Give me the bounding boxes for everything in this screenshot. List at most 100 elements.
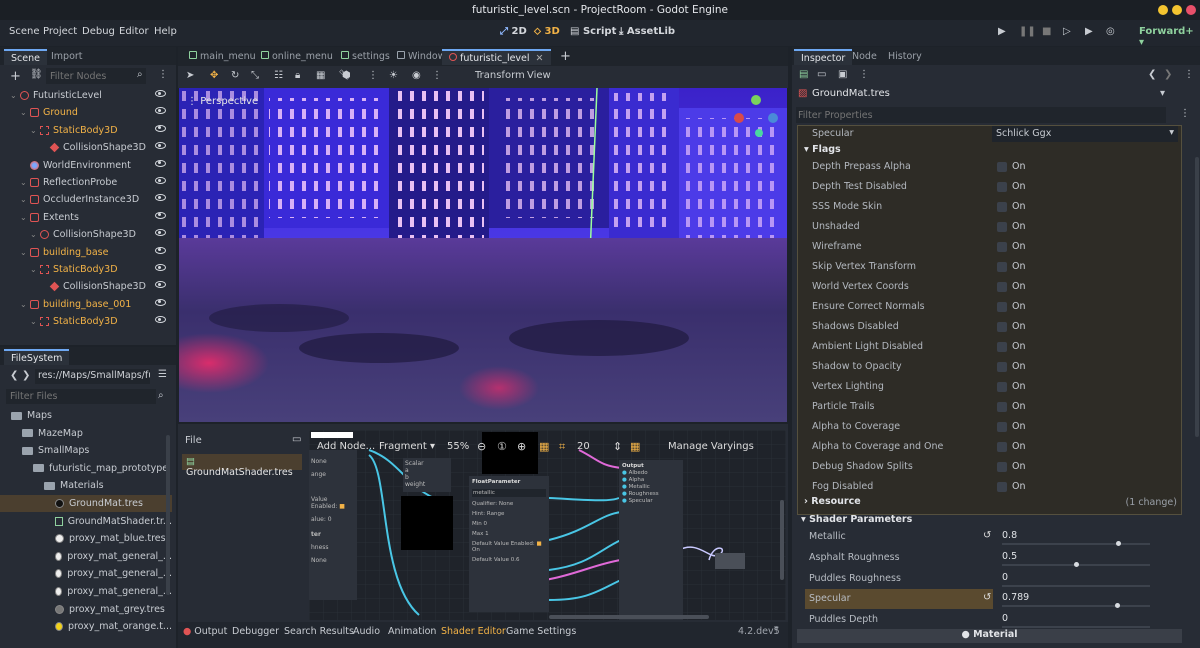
resource-name[interactable]: GroundMat.tres	[812, 88, 890, 99]
tab-node[interactable]: Node	[845, 49, 884, 65]
flag-checkbox[interactable]	[997, 202, 1007, 212]
visibility-icon[interactable]	[155, 298, 166, 306]
list-view-icon[interactable]: ☰	[158, 369, 167, 380]
minimap[interactable]	[715, 553, 745, 569]
fs-entry[interactable]: proxy_mat_blue.tres	[0, 530, 172, 547]
tab-filesystem[interactable]: FileSystem	[4, 349, 70, 365]
expand-arrow-icon[interactable]: ⌄	[20, 213, 30, 222]
flag-checkbox[interactable]	[997, 442, 1007, 452]
minimap-icon[interactable]: ▦	[630, 440, 640, 453]
flag-checkbox[interactable]	[997, 322, 1007, 332]
bottom-tab[interactable]: ● Output	[183, 626, 227, 637]
scene-tree-row[interactable]: ⌄ building_base_001	[0, 296, 176, 313]
output-port[interactable]: ● Metallic	[622, 484, 680, 490]
scene-tree-row[interactable]: CollisionShape3D	[0, 278, 176, 295]
movie-icon[interactable]: ◎	[1106, 26, 1115, 37]
output-port[interactable]: ● Specular	[622, 498, 680, 504]
options-icon[interactable]: ⋮	[859, 69, 869, 80]
fs-entry[interactable]: proxy_mat_general_...	[0, 548, 172, 565]
sun-icon[interactable]: ☀	[389, 70, 398, 81]
link-icon[interactable]: ⛓	[30, 69, 43, 80]
visibility-icon[interactable]	[155, 246, 166, 254]
snap-icon[interactable]: ⌗	[559, 440, 565, 454]
scene-tree-row[interactable]: ⌄ CollisionShape3D	[0, 226, 176, 243]
3d-viewport[interactable]: ⋮ Perspective	[179, 88, 787, 422]
fs-entry[interactable]: proxy_mat_grey.tres	[0, 601, 172, 618]
graph-node-partial[interactable]: None ange Value Enabled: ■ alue: 0 ter h…	[309, 450, 357, 600]
filter-properties-input[interactable]	[796, 107, 1166, 123]
snap-icon[interactable]: ⋮	[368, 70, 378, 81]
expand-arrow-icon[interactable]: ⌄	[20, 195, 30, 204]
output-port[interactable]: ● Albedo	[622, 470, 680, 476]
flag-checkbox[interactable]	[997, 462, 1007, 472]
maximize-button[interactable]	[1172, 5, 1182, 15]
select-icon[interactable]: ➤	[186, 70, 194, 81]
default-enabled-row[interactable]: Default Value Enabled: ■ On	[472, 541, 546, 553]
visibility-icon[interactable]	[155, 90, 166, 97]
flag-checkbox[interactable]	[997, 342, 1007, 352]
flag-checkbox[interactable]	[997, 482, 1007, 492]
expand-arrow-icon[interactable]: ⌄	[30, 230, 40, 239]
gizmo-y[interactable]	[751, 95, 761, 105]
hint-row[interactable]: Hint: Range	[472, 511, 546, 517]
slider-knob[interactable]	[1074, 561, 1079, 567]
fs-path-input[interactable]: res://Maps/SmallMaps/futu	[35, 369, 150, 384]
fs-entry[interactable]: Maps	[0, 407, 172, 424]
flag-checkbox[interactable]	[997, 302, 1007, 312]
add-node-icon[interactable]: +	[10, 69, 21, 84]
menu-icon[interactable]: ⋮	[158, 69, 168, 80]
scene-tree-row[interactable]: ⌄ ReflectionProbe	[0, 174, 176, 191]
visibility-icon[interactable]	[155, 211, 166, 219]
add-node-button[interactable]: Add Node...	[317, 441, 375, 452]
tab-import[interactable]: Import	[44, 49, 90, 65]
float-parameter-node[interactable]: FloatParameter metallic Qualifier: None …	[469, 476, 549, 612]
perspective-menu[interactable]: ⋮ Perspective	[187, 96, 258, 107]
open-folder-icon[interactable]: ▭	[817, 69, 826, 80]
scale-icon[interactable]: ⤡	[251, 70, 259, 81]
max-row[interactable]: Max 1	[472, 531, 546, 537]
output-port[interactable]: ● Alpha	[622, 477, 680, 483]
new-resource-icon[interactable]: ▤	[799, 69, 808, 80]
menu-help[interactable]: Help	[154, 26, 177, 37]
tab-history[interactable]: History	[881, 49, 929, 65]
slider-knob[interactable]	[1116, 541, 1121, 546]
scene-tree-row[interactable]: CollisionShape3D	[0, 139, 176, 156]
tab-scene[interactable]: Scene	[4, 49, 47, 65]
scene-tree-row[interactable]: ⌄ StaticBody3D	[0, 122, 176, 139]
flag-checkbox[interactable]	[997, 242, 1007, 252]
scene-tree-row[interactable]: ⌄ building_base	[0, 244, 176, 261]
forward-icon[interactable]: ❯	[22, 370, 30, 381]
scene-tree-row[interactable]: ⌄ FuturisticLevel	[0, 87, 176, 104]
zoom-reset-icon[interactable]: ①	[497, 440, 507, 453]
expand-arrow-icon[interactable]: ⌄	[20, 108, 30, 117]
fs-entry[interactable]: GroundMatShader.tr...	[0, 513, 172, 530]
shader-param-value[interactable]: 0	[1002, 572, 1150, 586]
editor-tab[interactable]: settings	[334, 49, 397, 65]
shader-param-slider[interactable]	[1002, 603, 1150, 609]
shader-params-header[interactable]: ▾ Shader Parameters	[797, 514, 1182, 528]
tab-inspector[interactable]: Inspector	[794, 49, 853, 65]
float-param-name[interactable]: metallic	[472, 489, 546, 497]
chevron-down-icon[interactable]: ▾	[1160, 88, 1165, 99]
menu-project[interactable]: Project	[43, 26, 77, 37]
history-back-icon[interactable]: ❮	[1148, 69, 1156, 80]
view-menu[interactable]: View	[527, 70, 551, 81]
expand-arrow-icon[interactable]: ⌄	[30, 126, 40, 135]
cube-icon[interactable]: ⬢	[342, 70, 351, 81]
mode-2d-button[interactable]: ⤢ 2D	[500, 26, 527, 37]
minimize-button[interactable]	[1158, 5, 1168, 15]
menu-debug[interactable]: Debug	[82, 26, 115, 37]
flag-checkbox[interactable]	[997, 402, 1007, 412]
fs-entry[interactable]: proxy_mat_orange.t...	[0, 618, 172, 635]
visibility-icon[interactable]	[155, 107, 166, 115]
scene-tree-row[interactable]: ⌄ Ground	[0, 104, 176, 121]
revert-icon[interactable]: ↺	[983, 530, 991, 541]
file-menu[interactable]: File	[185, 435, 202, 446]
resource-section-header[interactable]: › Resource (1 change)	[798, 496, 1181, 511]
shader-param-value[interactable]: 0	[1002, 613, 1150, 627]
shader-param-value[interactable]: 0.789	[1002, 592, 1150, 606]
revert-icon[interactable]: ↺	[983, 592, 991, 603]
environment-icon[interactable]: ◉	[412, 70, 421, 81]
editor-tab[interactable]: online_menu	[254, 49, 340, 65]
stop-icon[interactable]: ■	[1042, 26, 1051, 37]
